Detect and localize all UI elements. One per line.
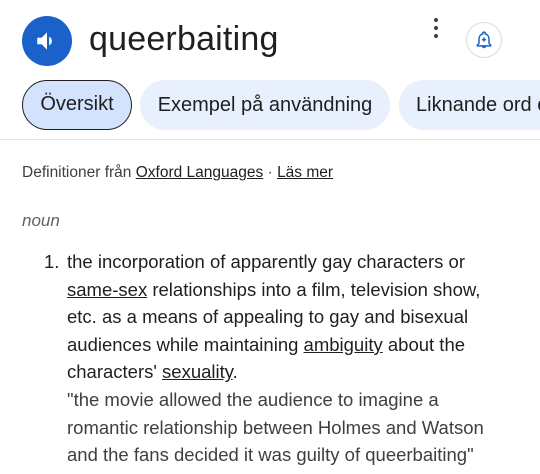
example-sentence: romantic relationship between Holmes and… (67, 416, 484, 438)
oxford-languages-link[interactable]: Oxford Languages (136, 164, 264, 181)
speaker-icon (37, 32, 52, 50)
source-prefix: Definitioner från (22, 164, 136, 181)
definition-line: etc. as a means of appealing to gay and … (67, 303, 537, 331)
read-more-link[interactable]: Läs mer (277, 164, 333, 181)
bell-plus-icon (476, 31, 492, 49)
more-dot (434, 26, 438, 30)
definition-text-part: about the (382, 333, 466, 355)
definition-text-part: etc. as a means of appealing to gay and … (67, 306, 469, 328)
tab-overview[interactable]: Översikt (22, 80, 132, 130)
divider (0, 139, 540, 140)
definition-line: same-sex relationships into a film, tele… (67, 276, 537, 304)
definition-text-part: characters' (67, 361, 163, 383)
word-title: queerbaiting (89, 20, 279, 58)
definition-line: audiences while maintaining ambiguity ab… (67, 331, 537, 359)
source-line: Definitioner från Oxford Languages · Läs… (22, 163, 333, 183)
more-options-button[interactable] (428, 16, 444, 40)
definition-text-part: audiences while maintaining (67, 333, 304, 355)
set-alert-button[interactable] (466, 22, 502, 58)
part-of-speech: noun (22, 211, 60, 230)
definition-text: the incorporation of apparently gay char… (67, 248, 537, 469)
definition-text-part: the incorporation of apparently gay char… (67, 251, 465, 272)
tab-similar-words[interactable]: Liknande ord o (399, 80, 540, 130)
definition-line: characters' sexuality. (67, 358, 537, 386)
speaker-button[interactable] (22, 16, 72, 66)
tab-bar: Översikt Exempel på användning Liknande … (0, 80, 540, 132)
more-vertical-icon (434, 18, 438, 22)
header: queerbaiting (0, 0, 540, 78)
definition-text-part: relationships into a film, television sh… (147, 278, 481, 300)
definition-number: 1. (44, 251, 60, 272)
example-sentence: and the fans decided it was guilty of qu… (67, 444, 474, 466)
tab-usage-examples[interactable]: Exempel på användning (140, 80, 390, 130)
same-sex-link[interactable]: same-sex (67, 279, 147, 300)
sexuality-link[interactable]: sexuality (162, 361, 233, 382)
definition-text-part: . (232, 361, 238, 383)
example-sentence: "the movie allowed the audience to imagi… (67, 388, 439, 410)
definition-line: the incorporation of apparently gay char… (67, 248, 537, 276)
source-separator: · (263, 164, 278, 181)
more-dot (434, 34, 438, 38)
ambiguity-link[interactable]: ambiguity (304, 334, 383, 355)
